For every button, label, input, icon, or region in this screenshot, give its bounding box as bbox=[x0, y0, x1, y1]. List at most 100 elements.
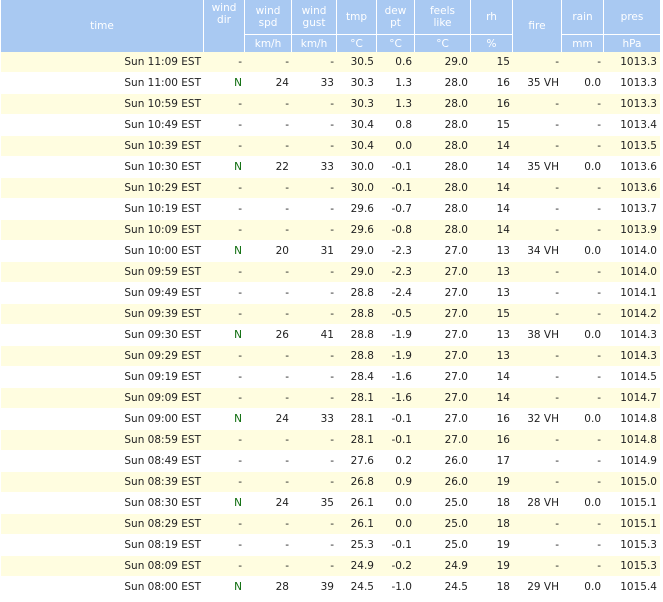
cell-wind-dir: N bbox=[204, 157, 245, 178]
cell-rh: 18 bbox=[471, 514, 513, 535]
col-header-wind-gust: wind gust bbox=[292, 0, 337, 34]
cell-time: Sun 09:39 EST bbox=[1, 304, 204, 325]
cell-fire: - bbox=[513, 451, 562, 472]
cell-wind-spd: 24 bbox=[245, 73, 292, 94]
cell-wind-dir: N bbox=[204, 241, 245, 262]
cell-fire: - bbox=[513, 388, 562, 409]
table-row: Sun 11:09 EST - - -30.5 0.6 29.0 15- -1013.3 bbox=[1, 52, 660, 73]
cell-wind-gust: 35 bbox=[292, 493, 337, 514]
unit-pres: hPa bbox=[604, 34, 660, 52]
table-row: Sun 09:09 EST - - -28.1 -1.6 27.0 14- -1014.7 bbox=[1, 388, 660, 409]
cell-time: Sun 10:49 EST bbox=[1, 115, 204, 136]
cell-rh: 17 bbox=[471, 451, 513, 472]
cell-rh: 13 bbox=[471, 346, 513, 367]
cell-wind-dir: - bbox=[204, 535, 245, 556]
cell-dew-pt: -0.1 bbox=[377, 409, 415, 430]
cell-time: Sun 10:00 EST bbox=[1, 241, 204, 262]
cell-fire: 28 VH bbox=[513, 493, 562, 514]
table-row: Sun 08:59 EST - - -28.1 -0.1 27.0 16- -1014.8 bbox=[1, 430, 660, 451]
cell-pres: 1014.8 bbox=[604, 430, 660, 451]
cell-rh: 19 bbox=[471, 535, 513, 556]
observations-table: time wind dir wind spd wind gust tmp dew pt … bbox=[1, 0, 660, 598]
cell-pres: 1014.3 bbox=[604, 325, 660, 346]
cell-rain: - bbox=[562, 367, 604, 388]
cell-rain: - bbox=[562, 136, 604, 157]
cell-wind-spd: - bbox=[245, 367, 292, 388]
table-row: Sun 09:30 EST N 26 41 28.8 -1.9 27.0 13 38 VH 0.0… bbox=[1, 325, 660, 346]
cell-rh: 13 bbox=[471, 241, 513, 262]
cell-wind-dir: - bbox=[204, 304, 245, 325]
cell-feels-like: 28.0 bbox=[415, 178, 471, 199]
cell-wind-gust: - bbox=[292, 304, 337, 325]
cell-wind-gust: - bbox=[292, 52, 337, 73]
cell-rh: 15 bbox=[471, 52, 513, 73]
table-row: Sun 09:39 EST - - -28.8 -0.5 27.0 15- -1014.2 bbox=[1, 304, 660, 325]
cell-feels-like: 28.0 bbox=[415, 73, 471, 94]
cell-rh: 14 bbox=[471, 136, 513, 157]
cell-feels-like: 28.0 bbox=[415, 199, 471, 220]
cell-wind-gust: - bbox=[292, 262, 337, 283]
cell-fire: - bbox=[513, 52, 562, 73]
cell-dew-pt: -1.6 bbox=[377, 367, 415, 388]
col-header-wind-spd: wind spd bbox=[245, 0, 292, 34]
cell-rain: - bbox=[562, 220, 604, 241]
cell-feels-like: 28.0 bbox=[415, 220, 471, 241]
cell-dew-pt: -0.1 bbox=[377, 157, 415, 178]
observations-body: Sun 11:09 EST - - -30.5 0.6 29.0 15- -1013.3 Sun… bbox=[1, 52, 660, 598]
cell-rh: 14 bbox=[471, 220, 513, 241]
cell-wind-spd: - bbox=[245, 178, 292, 199]
table-row: Sun 10:30 EST N 22 33 30.0 -0.1 28.0 14 35 VH 0.0… bbox=[1, 157, 660, 178]
cell-dew-pt: 0.0 bbox=[377, 136, 415, 157]
cell-wind-spd: 28 bbox=[245, 577, 292, 598]
cell-wind-gust: - bbox=[292, 94, 337, 115]
cell-wind-dir: - bbox=[204, 430, 245, 451]
cell-wind-dir: - bbox=[204, 136, 245, 157]
cell-time: Sun 09:00 EST bbox=[1, 409, 204, 430]
cell-time: Sun 08:09 EST bbox=[1, 556, 204, 577]
cell-wind-spd: - bbox=[245, 346, 292, 367]
cell-wind-gust: 39 bbox=[292, 577, 337, 598]
cell-wind-spd: - bbox=[245, 451, 292, 472]
cell-time: Sun 10:59 EST bbox=[1, 94, 204, 115]
cell-dew-pt: -2.3 bbox=[377, 262, 415, 283]
cell-tmp: 29.0 bbox=[337, 262, 377, 283]
cell-wind-dir: N bbox=[204, 325, 245, 346]
cell-wind-spd: - bbox=[245, 304, 292, 325]
cell-wind-dir: - bbox=[204, 94, 245, 115]
cell-rain: 0.0 bbox=[562, 325, 604, 346]
table-row: Sun 10:39 EST - - -30.4 0.0 28.0 14- -1013.5 bbox=[1, 136, 660, 157]
cell-pres: 1015.4 bbox=[604, 577, 660, 598]
cell-wind-gust: 33 bbox=[292, 157, 337, 178]
cell-wind-spd: - bbox=[245, 430, 292, 451]
cell-time: Sun 09:29 EST bbox=[1, 346, 204, 367]
cell-time: Sun 11:00 EST bbox=[1, 73, 204, 94]
cell-rh: 14 bbox=[471, 199, 513, 220]
cell-rh: 16 bbox=[471, 430, 513, 451]
cell-dew-pt: -2.4 bbox=[377, 283, 415, 304]
cell-rain: - bbox=[562, 283, 604, 304]
cell-wind-dir: - bbox=[204, 514, 245, 535]
table-row: Sun 11:00 EST N 24 33 30.3 1.3 28.0 16 35 VH 0.0 1… bbox=[1, 73, 660, 94]
cell-rain: 0.0 bbox=[562, 157, 604, 178]
cell-tmp: 25.3 bbox=[337, 535, 377, 556]
table-row: Sun 09:49 EST - - -28.8 -2.4 27.0 13- -1014.1 bbox=[1, 283, 660, 304]
table-row: Sun 08:30 EST N 24 35 26.1 0.0 25.0 18 28 VH 0.0 1… bbox=[1, 493, 660, 514]
cell-fire: - bbox=[513, 304, 562, 325]
cell-wind-dir: - bbox=[204, 346, 245, 367]
cell-dew-pt: -1.0 bbox=[377, 577, 415, 598]
cell-feels-like: 27.0 bbox=[415, 388, 471, 409]
cell-wind-gust: - bbox=[292, 178, 337, 199]
cell-dew-pt: 1.3 bbox=[377, 94, 415, 115]
cell-dew-pt: -1.9 bbox=[377, 325, 415, 346]
cell-tmp: 28.8 bbox=[337, 304, 377, 325]
cell-dew-pt: 0.0 bbox=[377, 514, 415, 535]
cell-tmp: 29.6 bbox=[337, 199, 377, 220]
cell-tmp: 27.6 bbox=[337, 451, 377, 472]
cell-feels-like: 27.0 bbox=[415, 262, 471, 283]
cell-fire: - bbox=[513, 367, 562, 388]
cell-pres: 1014.1 bbox=[604, 283, 660, 304]
cell-feels-like: 28.0 bbox=[415, 157, 471, 178]
cell-wind-spd: - bbox=[245, 514, 292, 535]
cell-wind-gust: - bbox=[292, 388, 337, 409]
col-header-rh: rh bbox=[471, 0, 513, 34]
